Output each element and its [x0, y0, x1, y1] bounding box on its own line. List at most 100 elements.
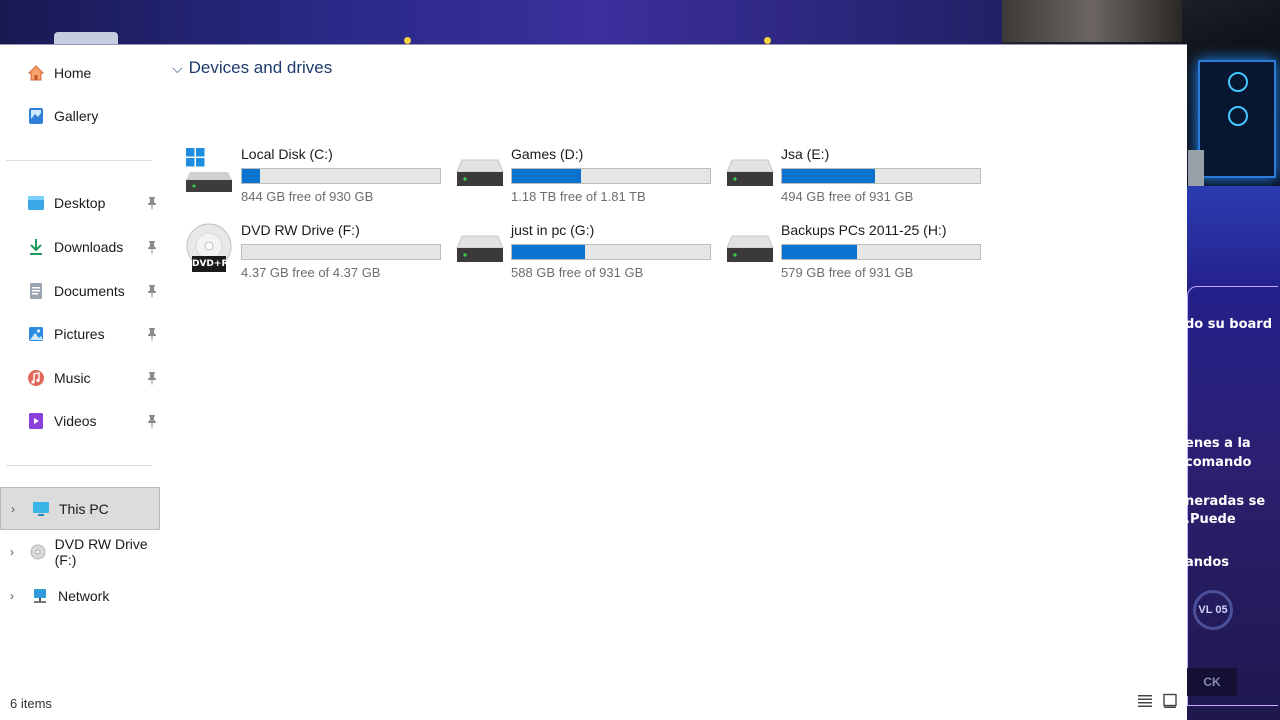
- dvd-disc-icon: DVD+R: [186, 222, 236, 276]
- drive-free-space: 588 GB free of 931 GB: [511, 265, 644, 280]
- windows-drive-icon: [186, 146, 236, 200]
- pin-icon[interactable]: [146, 371, 158, 385]
- desktop-background-strip: [0, 0, 1002, 44]
- music-icon: [26, 368, 46, 388]
- nav-item-label: Downloads: [54, 239, 124, 255]
- pin-icon[interactable]: [146, 284, 158, 298]
- drive-tile[interactable]: just in pc (G:) 588 GB free of 931 GB: [456, 222, 718, 286]
- chat-line: neradas se: [1187, 494, 1266, 509]
- hard-drive-icon: [456, 146, 506, 200]
- drive-free-space: 844 GB free of 930 GB: [241, 189, 374, 204]
- chevron-right-icon[interactable]: ›: [10, 545, 19, 559]
- drive-free-space: 494 GB free of 931 GB: [781, 189, 914, 204]
- chevron-right-icon[interactable]: ›: [11, 502, 21, 516]
- hard-drive-icon: [726, 146, 776, 200]
- this-pc-monitor-icon: [31, 499, 51, 519]
- drive-name: Jsa (E:): [781, 146, 830, 162]
- status-items-count: 6 items: [10, 696, 52, 711]
- drive-tile[interactable]: Local Disk (C:) 844 GB free of 930 GB: [186, 146, 448, 210]
- drive-usage-fill: [512, 245, 585, 259]
- desktop-folder-icon: [26, 193, 46, 213]
- home-icon: [26, 63, 46, 83]
- hard-drive-icon: [456, 222, 506, 276]
- background-dot: [404, 37, 411, 44]
- pin-icon[interactable]: [146, 327, 158, 341]
- window-top-border: [0, 44, 1187, 45]
- nav-item-label: Home: [54, 65, 92, 81]
- videos-icon: [26, 411, 46, 431]
- nav-separator: [6, 160, 152, 161]
- nav-item-label: Desktop: [54, 195, 106, 211]
- chevron-right-icon[interactable]: ›: [10, 589, 20, 603]
- pin-icon[interactable]: [146, 196, 158, 210]
- drive-name: DVD RW Drive (F:): [241, 222, 360, 238]
- drive-usage-fill: [512, 169, 581, 183]
- drive-usage-bar: [241, 244, 441, 260]
- drive-usage-fill: [782, 169, 875, 183]
- background-dot: [764, 37, 771, 44]
- nav-item-desktop[interactable]: Desktop: [26, 188, 166, 218]
- hard-drive-icon: [726, 222, 776, 276]
- drive-usage-bar: [781, 244, 981, 260]
- navigation-pane: Home Gallery Desktop Downloads Documents…: [0, 44, 168, 684]
- drive-usage-fill: [782, 245, 857, 259]
- drive-tile[interactable]: Jsa (E:) 494 GB free of 931 GB: [726, 146, 988, 210]
- details-view-icon: [1137, 694, 1153, 713]
- chat-line: .Puede: [1187, 512, 1236, 527]
- nav-item-label: DVD RW Drive (F:): [54, 536, 148, 568]
- chevron-down-icon[interactable]: ⌵: [172, 60, 183, 77]
- nav-item-gallery[interactable]: Gallery: [26, 101, 166, 131]
- webcam-pc-case: [1198, 60, 1276, 178]
- pin-icon[interactable]: [146, 414, 158, 428]
- drive-name: Local Disk (C:): [241, 146, 333, 162]
- nav-item-label: Documents: [54, 283, 125, 299]
- chat-button: CK: [1187, 668, 1237, 696]
- section-title: Devices and drives: [188, 58, 333, 77]
- nav-item-this-pc[interactable]: › This PC: [0, 487, 160, 530]
- drive-usage-fill: [242, 169, 261, 183]
- network-icon: [30, 586, 50, 606]
- drive-name: Backups PCs 2011-25 (H:): [781, 222, 947, 238]
- nav-item-label: Network: [58, 588, 110, 604]
- nav-item-network[interactable]: › Network: [0, 581, 160, 611]
- nav-item-videos[interactable]: Videos: [26, 406, 166, 436]
- chat-line: enes a la: [1187, 436, 1251, 451]
- drive-name: just in pc (G:): [511, 222, 595, 238]
- nav-item-documents[interactable]: Documents: [26, 276, 166, 306]
- chat-line: comando: [1187, 455, 1252, 470]
- drive-name: Games (D:): [511, 146, 584, 162]
- nav-separator: [6, 465, 152, 466]
- pictures-icon: [26, 324, 46, 344]
- drive-tile[interactable]: Backups PCs 2011-25 (H:) 579 GB free of 9…: [726, 222, 988, 286]
- drive-usage-bar: [511, 244, 711, 260]
- drive-tile[interactable]: Games (D:) 1.18 TB free of 1.81 TB: [456, 146, 718, 210]
- drive-tile[interactable]: DVD+R DVD RW Drive (F:) 4.37 GB free of 4.…: [186, 222, 448, 286]
- pc-fan-shape: [1228, 106, 1248, 126]
- drive-free-space: 1.18 TB free of 1.81 TB: [511, 189, 646, 204]
- downloads-arrow-icon: [26, 237, 46, 257]
- disc-icon: [29, 542, 47, 562]
- drive-free-space: 4.37 GB free of 4.37 GB: [241, 265, 381, 280]
- nav-item-home[interactable]: Home: [26, 58, 166, 88]
- nav-item-pictures[interactable]: Pictures: [26, 319, 166, 349]
- file-explorer-window: Home Gallery Desktop Downloads Documents…: [0, 44, 1187, 720]
- pin-icon[interactable]: [146, 240, 158, 254]
- tiles-view-button[interactable]: [1161, 693, 1179, 714]
- devices-and-drives-header[interactable]: ⌵ Devices and drives: [172, 58, 332, 78]
- webcam-desk-shape: [1188, 150, 1204, 186]
- dvd-label-text: DVD+R: [192, 259, 229, 269]
- nav-item-dvd-drive[interactable]: › DVD RW Drive (F:): [0, 536, 160, 568]
- webcam-shelf-shape: [1002, 0, 1182, 42]
- nav-item-downloads[interactable]: Downloads: [26, 232, 166, 262]
- nav-item-label: This PC: [59, 500, 109, 517]
- gallery-icon: [26, 106, 46, 126]
- chat-line: andos: [1187, 555, 1230, 570]
- nav-item-label: Music: [54, 370, 91, 386]
- nav-item-label: Pictures: [54, 326, 105, 342]
- background-tab-shape: [54, 32, 118, 44]
- details-view-button[interactable]: [1136, 694, 1154, 712]
- drive-usage-bar: [241, 168, 441, 184]
- tiles-view-icon: [1162, 693, 1178, 714]
- nav-item-label: Gallery: [54, 108, 99, 124]
- nav-item-music[interactable]: Music: [26, 363, 166, 393]
